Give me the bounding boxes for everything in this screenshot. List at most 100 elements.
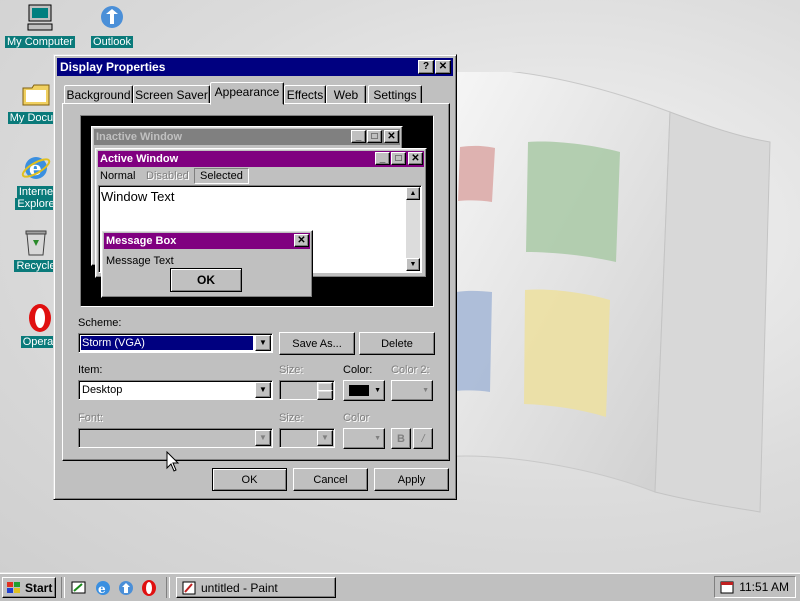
preview-active-titlebar: Active Window _ □ ✕	[98, 151, 424, 167]
font-size-select: ▼	[279, 428, 335, 448]
active-title: Active Window	[100, 153, 179, 165]
scheme-preview[interactable]: Inactive Window _ □ ✕ Active Window _ □ …	[80, 115, 434, 307]
computer-icon	[24, 2, 56, 34]
chevron-down-icon: ▼	[422, 387, 429, 394]
font-size-label: Size:	[279, 412, 304, 424]
color-label: Color:	[343, 364, 373, 376]
font-label: Font:	[78, 412, 104, 424]
scheme-select[interactable]: Storm (VGA) ▼	[78, 333, 273, 353]
clock[interactable]: 11:51 AM	[739, 580, 789, 594]
chevron-down-icon: ▼	[317, 430, 333, 446]
inactive-title: Inactive Window	[96, 131, 183, 143]
item-label: Item:	[78, 364, 103, 376]
font-select: ▼	[78, 428, 273, 448]
preview-menu-disabled: Disabled	[146, 170, 189, 182]
chevron-down-icon[interactable]: ▼	[255, 382, 271, 398]
internet-explorer-icon: e	[20, 152, 52, 184]
font-color-label: Color	[343, 412, 370, 424]
scheduler-icon[interactable]	[719, 579, 735, 595]
color-swatch	[349, 385, 369, 396]
close-icon: ✕	[384, 130, 399, 143]
chevron-down-icon: ▼	[374, 435, 381, 442]
msgbox-text: Message Text	[106, 255, 174, 267]
outlook-icon	[96, 2, 128, 34]
tab-settings[interactable]: Settings	[368, 85, 422, 104]
ok-button[interactable]: OK	[212, 468, 287, 491]
scroll-up-icon: ▲	[406, 187, 420, 200]
apply-button[interactable]: Apply	[374, 468, 449, 491]
close-button[interactable]: ✕	[435, 60, 451, 74]
desktop-icon-label: Outlook	[91, 36, 133, 48]
tab-label: Web	[333, 88, 359, 102]
desktop-icon-my-computer[interactable]: My Computer	[0, 2, 80, 48]
help-button[interactable]: ?	[418, 60, 434, 74]
maximize-icon: □	[391, 152, 406, 165]
recycle-bin-icon	[20, 226, 52, 258]
tab-appearance[interactable]: Appearance	[210, 82, 284, 105]
close-icon: ✕	[294, 234, 309, 247]
wallpaper-logo	[439, 68, 800, 572]
delete-button[interactable]: Delete	[359, 332, 435, 355]
preview-message-box: Message Box ✕ Message Text OK	[101, 230, 313, 298]
item-color-button[interactable]: ▼	[343, 380, 385, 401]
italic-button: /	[413, 428, 433, 449]
windows-logo-icon	[6, 581, 22, 595]
item-select[interactable]: Desktop ▼	[78, 380, 273, 400]
spin-down-icon	[317, 390, 333, 400]
maximize-icon: □	[367, 130, 382, 143]
size-label: Size:	[279, 364, 304, 376]
taskbar-divider	[166, 577, 170, 598]
preview-window-text: Window Text	[101, 189, 175, 204]
minimize-icon: _	[351, 130, 366, 143]
system-tray: 11:51 AM	[714, 576, 796, 598]
outlook-icon[interactable]	[117, 579, 135, 597]
tab-background[interactable]: Background	[64, 85, 133, 104]
tab-label: Background	[66, 88, 131, 102]
size-spinner	[279, 380, 335, 400]
opera-icon	[22, 302, 54, 334]
desktop-icon-label: Explore	[15, 198, 57, 210]
chevron-down-icon[interactable]: ▼	[255, 335, 271, 351]
cancel-button[interactable]: Cancel	[293, 468, 368, 491]
scheme-label: Scheme:	[78, 317, 122, 329]
mouse-cursor-icon	[166, 450, 180, 476]
bold-button: B	[391, 428, 411, 449]
msgbox-title: Message Box	[106, 235, 177, 247]
minimize-icon: _	[375, 152, 390, 165]
scroll-down-icon: ▼	[406, 258, 420, 271]
tab-label: Screen Saver	[135, 88, 208, 102]
tab-effects[interactable]: Effects	[284, 85, 326, 104]
tab-web[interactable]: Web	[326, 85, 366, 104]
taskbar-divider	[61, 577, 65, 598]
desktop-icon-label: Recycle	[14, 260, 58, 272]
chevron-down-icon: ▼	[374, 387, 381, 394]
desktop-icon-label: Opera	[20, 336, 56, 348]
folder-icon	[20, 78, 52, 110]
dialog-titlebar[interactable]: Display Properties ? ✕	[57, 58, 453, 76]
chevron-down-icon: ▼	[255, 430, 271, 446]
save-as-button[interactable]: Save As...	[279, 332, 355, 355]
tab-label: Settings	[373, 88, 417, 102]
preview-inactive-titlebar: Inactive Window _ □ ✕	[94, 129, 400, 145]
task-paint-button[interactable]: untitled - Paint	[176, 577, 336, 598]
dialog-title: Display Properties	[60, 60, 166, 74]
item-value: Desktop	[82, 384, 123, 396]
start-label: Start	[25, 580, 53, 595]
preview-menu-selected: Selected	[194, 168, 249, 184]
display-properties-dialog: Display Properties ? ✕ Background Screen…	[53, 54, 457, 500]
color2-label: Color 2:	[391, 364, 430, 376]
taskbar: Start e untitled - Paint 11:51 AM	[0, 572, 800, 601]
task-label: untitled - Paint	[201, 580, 278, 595]
preview-scrollbar: ▲ ▼	[406, 187, 420, 271]
show-desktop-icon[interactable]	[70, 579, 88, 597]
start-button[interactable]: Start	[2, 577, 56, 598]
item-color2-button: ▼	[391, 380, 433, 401]
internet-explorer-icon[interactable]: e	[94, 579, 112, 597]
tab-screen-saver[interactable]: Screen Saver	[133, 85, 210, 104]
preview-msgbox-titlebar: Message Box ✕	[104, 233, 310, 249]
desktop-icon-outlook[interactable]: Outlook	[72, 2, 152, 48]
msgbox-ok-button: OK	[170, 268, 242, 292]
font-color-button: ▼	[343, 428, 385, 449]
opera-icon[interactable]	[140, 579, 158, 597]
tab-label: Appearance	[214, 85, 280, 99]
